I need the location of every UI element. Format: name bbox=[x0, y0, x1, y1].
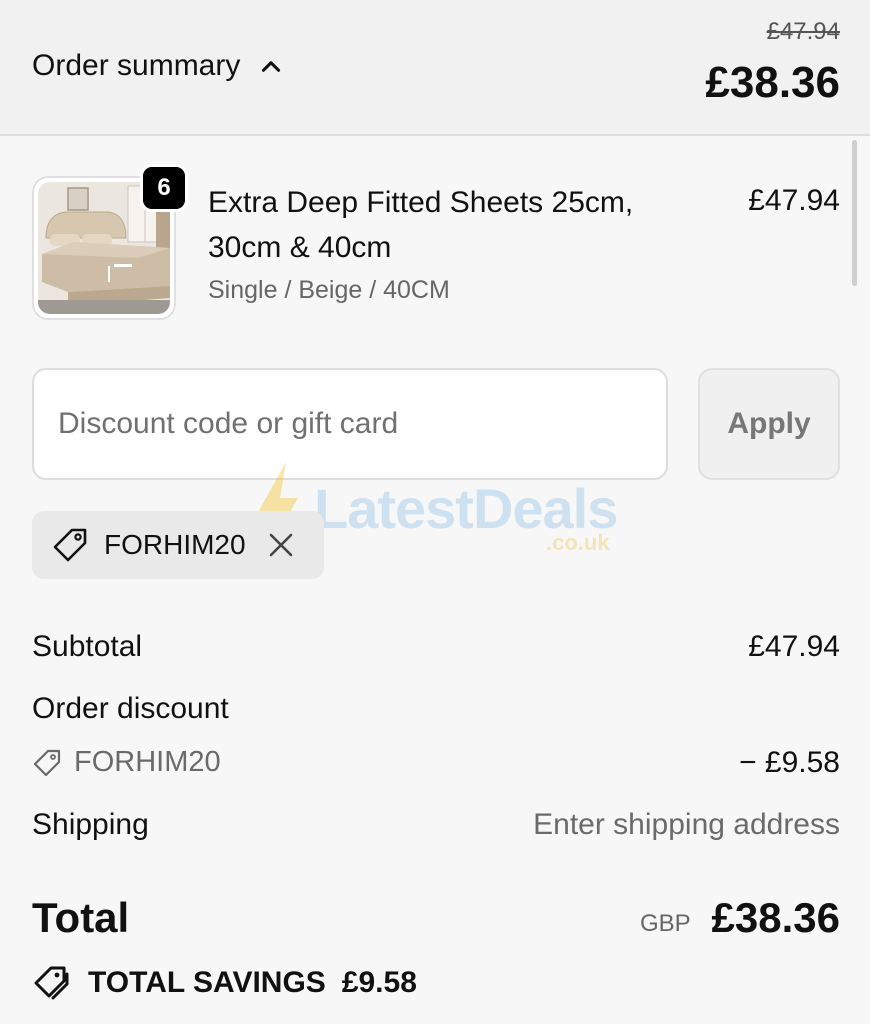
header-original-price: £47.94 bbox=[766, 18, 840, 45]
order-summary-header: Order summary £47.94 £38.36 bbox=[0, 0, 870, 136]
tag-icon bbox=[53, 528, 87, 562]
apply-button[interactable]: Apply bbox=[698, 368, 840, 480]
header-total-price: £38.36 bbox=[705, 58, 840, 107]
total-savings-label: TOTAL SAVINGS bbox=[88, 966, 326, 999]
applied-discount-code: FORHIM20 bbox=[104, 529, 246, 560]
total-savings-value: £9.58 bbox=[341, 966, 417, 999]
applied-discount-chip: FORHIM20 bbox=[32, 511, 324, 579]
total-label: Total bbox=[32, 894, 130, 941]
product-price: £47.94 bbox=[748, 184, 840, 217]
watermark-subtext: .co.uk bbox=[546, 530, 610, 555]
total-savings: TOTAL SAVINGS £9.58 bbox=[32, 964, 417, 1002]
close-icon[interactable] bbox=[266, 530, 296, 560]
watermark-text: LatestDeals bbox=[314, 477, 618, 540]
discount-value: − £9.58 bbox=[739, 746, 840, 779]
discount-code-input[interactable] bbox=[32, 368, 668, 480]
subtotal-label: Subtotal bbox=[32, 630, 143, 663]
tag-icon bbox=[33, 749, 61, 776]
product-name: Extra Deep Fitted Sheets 25cm, 30cm & 40… bbox=[208, 186, 634, 264]
chevron-up-icon bbox=[262, 61, 281, 72]
shipping-value: Enter shipping address bbox=[533, 808, 840, 841]
order-summary-label: Order summary bbox=[32, 49, 241, 82]
total-value: £38.36 bbox=[711, 894, 840, 941]
quantity-badge: 6 bbox=[140, 164, 188, 212]
product-variant: Single / Beige / 40CM bbox=[208, 276, 450, 304]
order-summary-toggle[interactable]: Order summary bbox=[32, 44, 284, 88]
shipping-label: Shipping bbox=[32, 808, 149, 841]
order-discount-label: Order discount bbox=[32, 692, 229, 725]
savings-tag-icon bbox=[34, 966, 69, 1000]
subtotal-value: £47.94 bbox=[748, 630, 840, 663]
currency-code: GBP bbox=[640, 910, 691, 937]
discount-code-label: FORHIM20 bbox=[74, 746, 221, 778]
scrollbar[interactable] bbox=[852, 140, 857, 286]
discount-code-row: FORHIM20 bbox=[32, 746, 221, 779]
